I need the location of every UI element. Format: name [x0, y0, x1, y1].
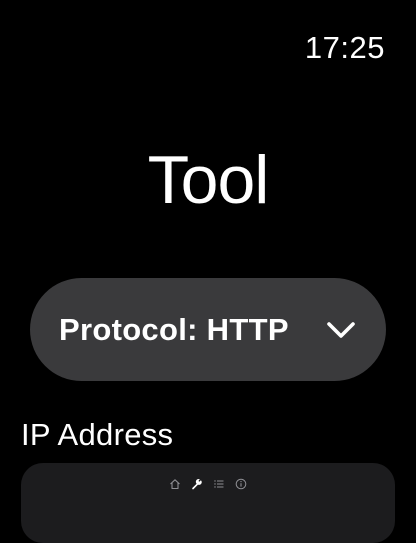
info-icon[interactable]	[235, 478, 247, 490]
protocol-picker-label: Protocol: HTTP	[59, 312, 289, 347]
home-icon[interactable]	[169, 478, 181, 490]
wrench-icon[interactable]	[191, 478, 203, 490]
chevron-down-icon	[327, 321, 355, 338]
ip-address-label: IP Address	[21, 417, 174, 452]
ip-address-input[interactable]	[21, 463, 395, 543]
page-indicator	[0, 478, 416, 490]
protocol-picker-button[interactable]: Protocol: HTTP	[30, 278, 386, 381]
status-time: 17:25	[304, 30, 385, 65]
page-title: Tool	[147, 142, 270, 218]
list-icon[interactable]	[213, 478, 225, 490]
